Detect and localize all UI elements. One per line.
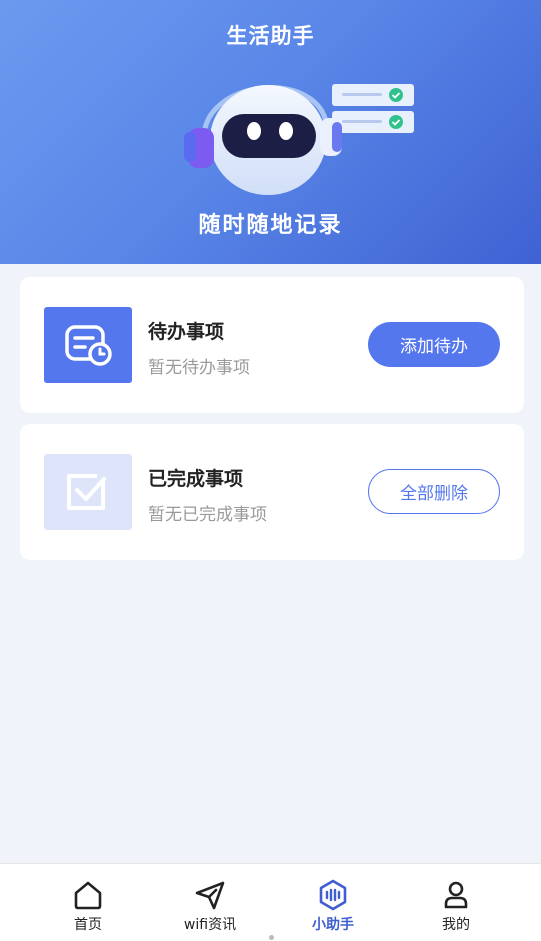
checkbox-icon	[44, 454, 132, 530]
todo-card: 待办事项 暂无待办事项 添加待办	[20, 277, 524, 413]
add-todo-button[interactable]: 添加待办	[368, 322, 500, 367]
tab-wifi-label: wifi资讯	[183, 917, 237, 933]
tab-assistant[interactable]: 小助手	[273, 864, 393, 934]
header-banner: 生活助手 随时随地记录	[0, 0, 541, 264]
robot-illustration	[184, 84, 414, 195]
user-icon	[444, 881, 468, 909]
header-slogan: 随时随地记录	[198, 213, 343, 238]
page-title: 生活助手	[226, 24, 315, 48]
todo-empty-text: 暂无待办事项	[148, 358, 250, 378]
tab-home-label: 首页	[74, 917, 102, 933]
home-indicator-dot	[269, 935, 274, 940]
done-card: 已完成事项 暂无已完成事项 全部删除	[20, 424, 524, 560]
tab-mine-label: 我的	[442, 917, 470, 933]
tab-mine[interactable]: 我的	[396, 864, 516, 934]
delete-all-button[interactable]: 全部删除	[368, 469, 500, 514]
todo-clock-icon	[44, 307, 132, 383]
send-icon	[195, 881, 225, 910]
tab-home[interactable]: 首页	[28, 864, 148, 934]
tab-assistant-label: 小助手	[312, 917, 354, 933]
bottom-tab-bar: 首页 wifi资讯 小助手 我的	[0, 863, 541, 941]
done-empty-text: 暂无已完成事项	[148, 505, 267, 525]
assistant-icon	[319, 879, 347, 911]
done-title: 已完成事项	[148, 468, 244, 490]
home-icon	[74, 881, 102, 910]
todo-title: 待办事项	[148, 321, 225, 343]
tab-wifi-news[interactable]: wifi资讯	[150, 864, 270, 934]
